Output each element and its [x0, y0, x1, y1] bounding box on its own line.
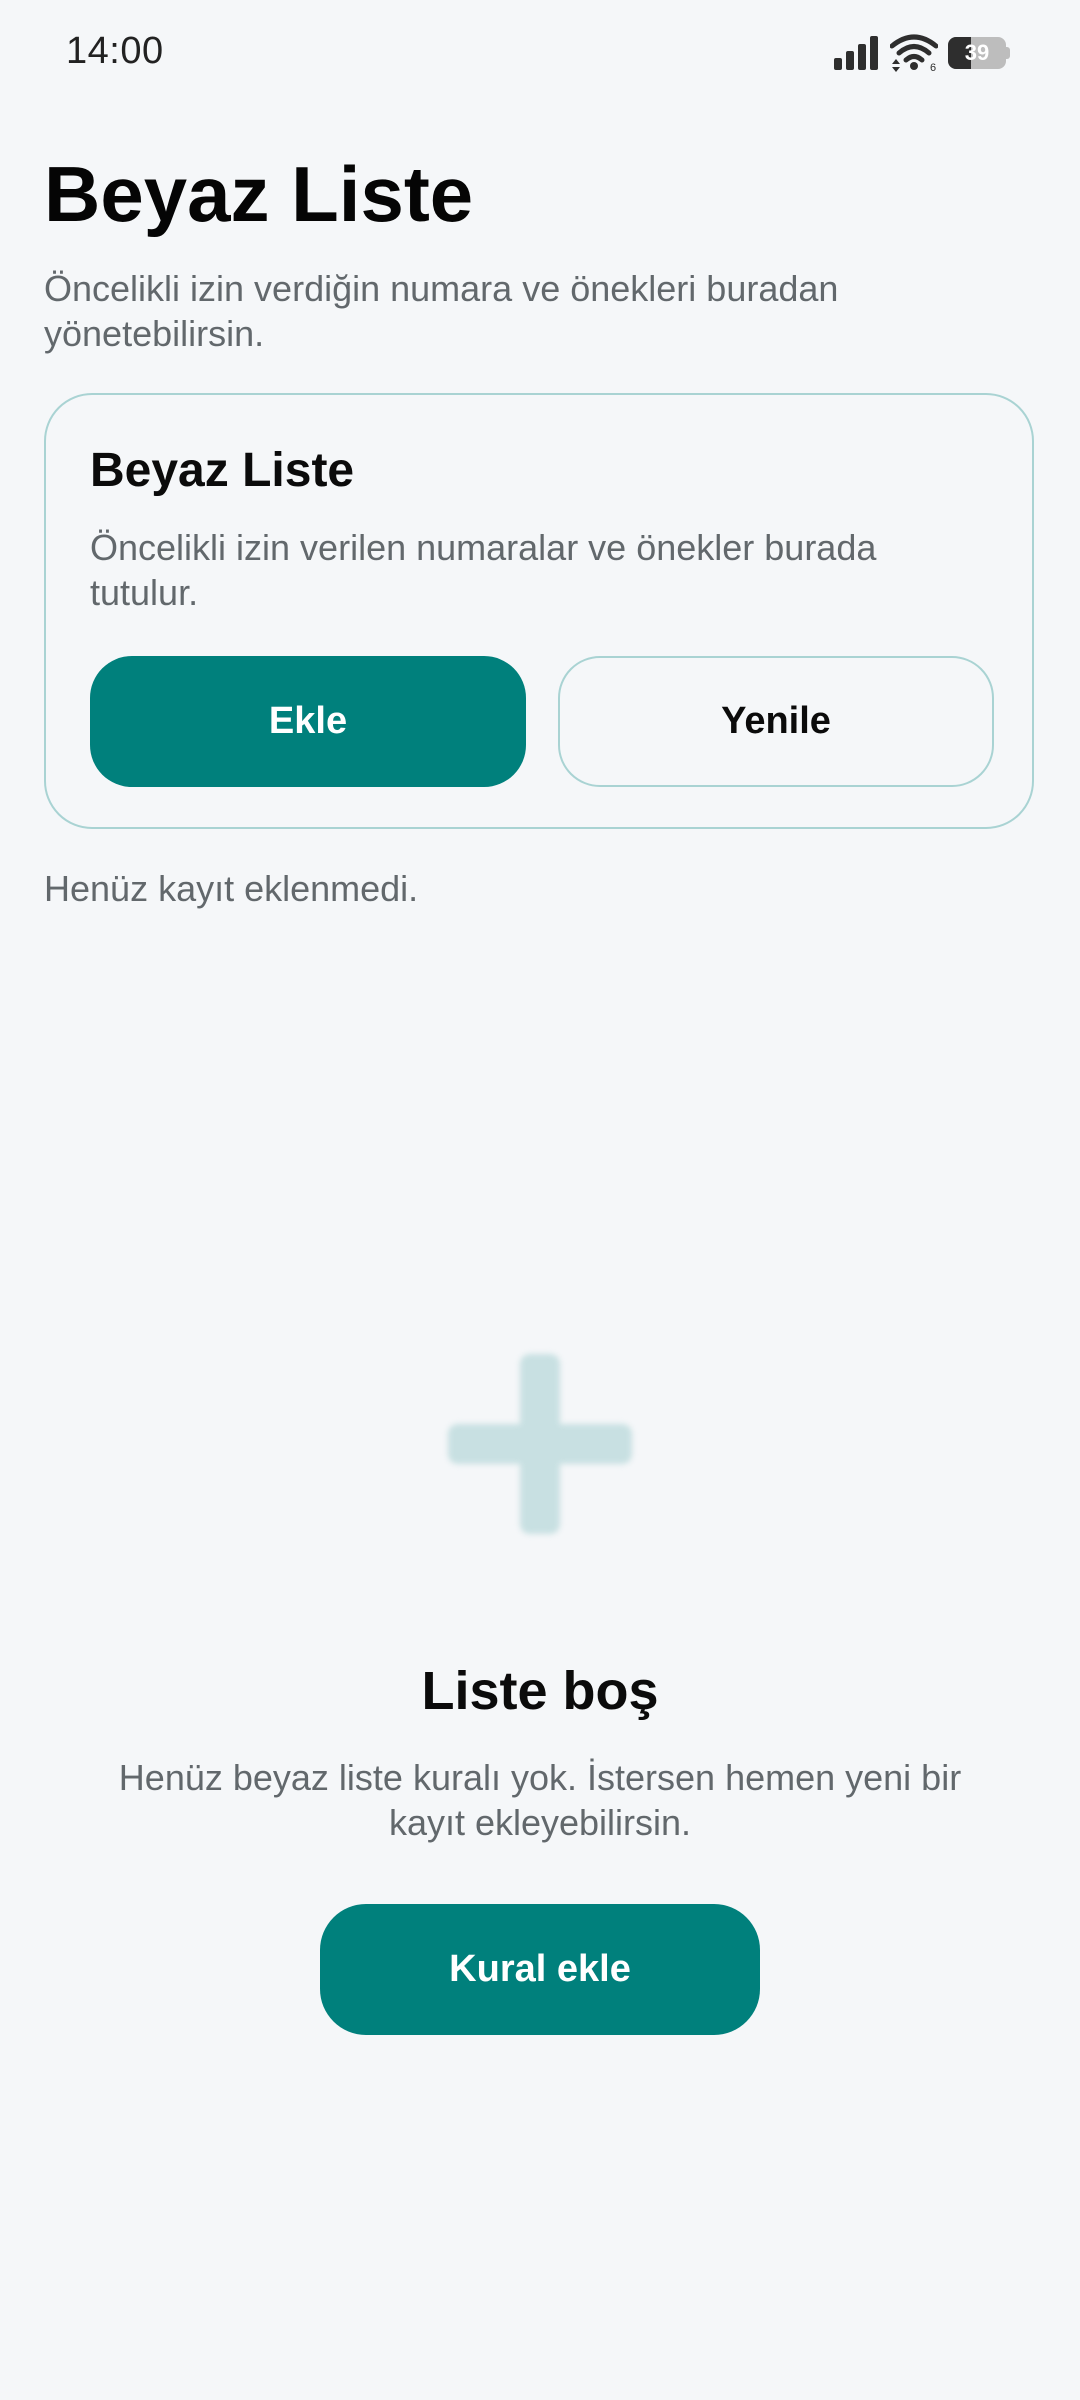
battery-tip [1006, 47, 1010, 59]
battery-icon: 39 [948, 37, 1010, 69]
status-time: 14:00 [66, 30, 164, 72]
card-title: Beyaz Liste [90, 444, 355, 497]
empty-state-title: Liste boş [421, 1661, 659, 1721]
signal-icon [834, 36, 878, 70]
empty-list-note: Henüz kayıt eklenmedi. [44, 868, 419, 909]
add-rule-button[interactable]: Kural ekle [320, 1904, 760, 2035]
card-description: Öncelikli izin verilen numaralar ve önek… [90, 527, 877, 613]
wifi-icon: 6 [890, 34, 938, 72]
page-title: Beyaz Liste [44, 150, 474, 238]
status-icons: 6 39 [834, 32, 1010, 74]
battery-level: 39 [964, 40, 990, 65]
whitelist-card: Beyaz Liste Öncelikli izin verilen numar… [44, 393, 1034, 829]
page-subtitle: Öncelikli izin verdiğin numara ve önekle… [44, 268, 839, 354]
empty-state-description: Henüz beyaz liste kuralı yok. İstersen h… [118, 1757, 962, 1843]
svg-text:6: 6 [930, 62, 936, 72]
status-bar: 14:00 6 39 [0, 0, 1080, 110]
add-button[interactable]: Ekle [90, 656, 526, 787]
plus-icon-horizontal-bar [448, 1424, 632, 1464]
plus-icon [448, 1354, 632, 1538]
refresh-button[interactable]: Yenile [558, 656, 994, 787]
battery-body: 39 [948, 37, 1006, 69]
